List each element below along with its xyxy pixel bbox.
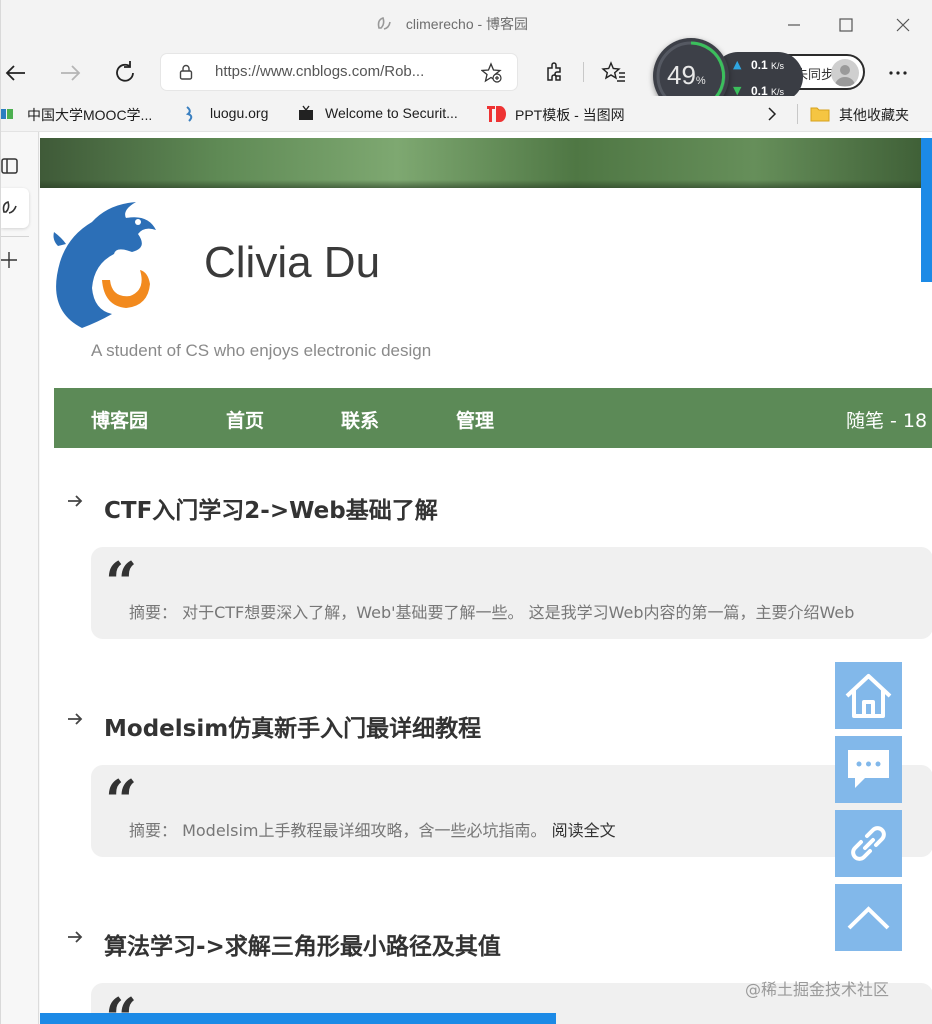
address-bar[interactable]: https://www.cnblogs.com/Rob... bbox=[161, 54, 517, 90]
page-scrollbar-thumb[interactable] bbox=[921, 138, 932, 282]
new-tab-plus-icon[interactable] bbox=[1, 250, 21, 270]
luogu-favicon-icon bbox=[185, 106, 193, 122]
link-icon bbox=[851, 826, 886, 861]
post-title[interactable]: Modelsim仿真新手入门最详细教程 bbox=[104, 709, 481, 743]
tab-actions-icon[interactable] bbox=[1, 156, 21, 176]
summary-text: 摘要： 对于CTF想要深入了解，Web'基础要了解一些。 这是我学习Web内容的… bbox=[129, 603, 855, 622]
sidebar-divider bbox=[1, 236, 29, 237]
bookmark-divider bbox=[797, 104, 798, 124]
add-favorite-icon[interactable] bbox=[481, 62, 503, 84]
dolphin-logo-icon bbox=[53, 202, 156, 328]
post-title[interactable]: 算法学习->求解三角形最小路径及其值 bbox=[104, 927, 501, 961]
more-menu-icon[interactable] bbox=[883, 58, 913, 88]
minimize-icon[interactable] bbox=[781, 12, 807, 38]
blog-title[interactable]: Clivia Du bbox=[204, 238, 380, 288]
upload-arrow-icon: ▲ bbox=[733, 58, 742, 71]
post-summary: “ 摘要： Modelsim上手教程最详细攻略，含一些必坑指南。 阅读全文 bbox=[91, 765, 932, 857]
post-arrow-icon bbox=[68, 495, 83, 507]
forward-arrow-icon[interactable] bbox=[55, 58, 85, 88]
menu-item-home[interactable]: 首页 bbox=[226, 406, 264, 433]
blog-nav-menu: 博客园 首页 联系 管理 随笔 - 18 bbox=[54, 388, 932, 448]
menu-item-cnblogs[interactable]: 博客园 bbox=[91, 406, 148, 433]
post-arrow-icon bbox=[68, 713, 83, 725]
sidebar-tab-cnblogs[interactable] bbox=[1, 188, 29, 228]
lock-icon[interactable] bbox=[177, 63, 195, 81]
home-button[interactable] bbox=[835, 662, 902, 729]
back-to-top-button[interactable] bbox=[835, 884, 902, 951]
post-count: 随笔 - 18 bbox=[846, 410, 928, 432]
horizontal-scrollbar-thumb[interactable] bbox=[40, 1013, 556, 1024]
profile-avatar-icon[interactable] bbox=[831, 59, 859, 87]
url-text[interactable]: https://www.cnblogs.com/Rob... bbox=[215, 63, 424, 80]
maximize-icon[interactable] bbox=[833, 12, 859, 38]
header-banner-image bbox=[40, 138, 932, 188]
extensions-icon[interactable] bbox=[539, 58, 569, 88]
refresh-icon[interactable] bbox=[110, 58, 140, 88]
back-arrow-icon[interactable] bbox=[1, 58, 31, 88]
mooc-favicon-icon bbox=[1, 109, 13, 119]
watermark-text: @稀土掘金技术社区 bbox=[745, 980, 890, 999]
chevron-right-icon[interactable] bbox=[763, 105, 781, 123]
upload-speed: 0.1 K/s bbox=[751, 58, 785, 72]
vertical-tab-sidebar bbox=[1, 132, 39, 1024]
close-icon[interactable] bbox=[890, 12, 916, 38]
browser-window: climerecho - 博客园 https://www.cnblogs.com… bbox=[0, 0, 932, 1024]
folder-icon bbox=[810, 107, 830, 122]
post-summary: “ 摘要： 对于CTF想要深入了解，Web'基础要了解一些。 这是我学习Web内… bbox=[91, 547, 932, 639]
ppt-favicon-icon bbox=[487, 106, 506, 122]
comment-icon bbox=[848, 750, 889, 788]
back-to-top-icon bbox=[847, 906, 890, 930]
bookmarks-bar: 中国大学MOOC学... luogu.org Welcome to Securi… bbox=[1, 96, 932, 132]
bookmark-item-luogu[interactable]: luogu.org bbox=[210, 105, 268, 121]
post-arrow-icon bbox=[68, 931, 83, 943]
favorites-icon[interactable] bbox=[599, 58, 629, 88]
tv-favicon-icon bbox=[299, 105, 313, 120]
menu-item-manage[interactable]: 管理 bbox=[456, 406, 494, 433]
bookmark-item-other[interactable]: 其他收藏夹 bbox=[839, 105, 909, 125]
cnblogs-tab-icon bbox=[2, 200, 17, 214]
summary-text: 摘要： Modelsim上手教程最详细攻略，含一些必坑指南。 阅读全文 bbox=[129, 821, 616, 840]
link-button[interactable] bbox=[835, 810, 902, 877]
menu-item-contact[interactable]: 联系 bbox=[341, 406, 379, 433]
bookmark-item-ppt[interactable]: PPT模板 - 当图网 bbox=[515, 105, 625, 125]
web-page: Clivia Du A student of CS who enjoys ele… bbox=[40, 132, 932, 1024]
bookmark-item-security[interactable]: Welcome to Securit... bbox=[325, 105, 458, 121]
read-more-link[interactable]: 阅读全文 bbox=[552, 821, 616, 840]
post-title[interactable]: CTF入门学习2->Web基础了解 bbox=[104, 491, 438, 525]
comment-button[interactable] bbox=[835, 736, 902, 803]
blog-subtitle: A student of CS who enjoys electronic de… bbox=[91, 341, 432, 360]
bookmark-item-mooc[interactable]: 中国大学MOOC学... bbox=[27, 105, 152, 125]
cpu-usage-percent: 49% bbox=[667, 60, 706, 90]
home-icon bbox=[845, 674, 892, 718]
toolbar-divider bbox=[583, 62, 584, 82]
